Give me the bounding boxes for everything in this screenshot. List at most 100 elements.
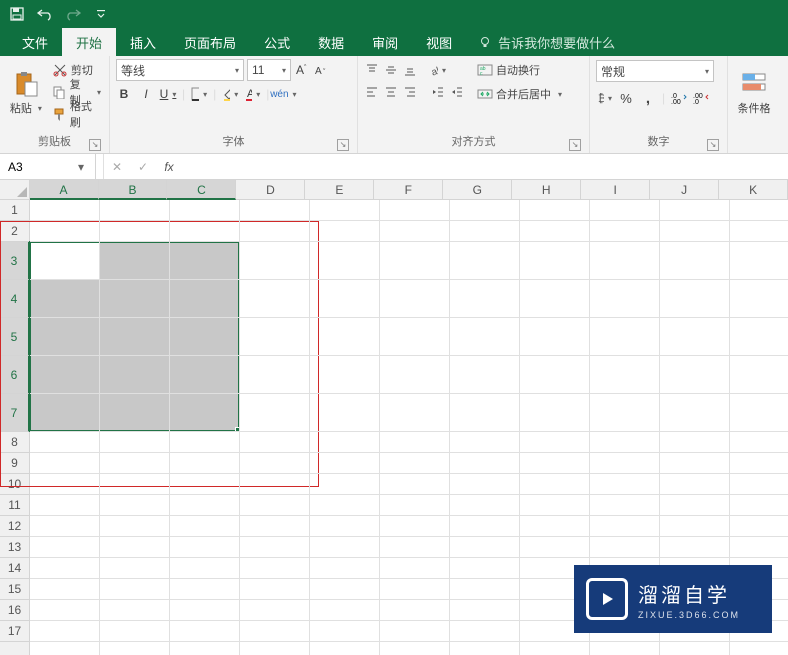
select-all-button[interactable] — [0, 180, 30, 199]
orientation-icon[interactable]: ab▾ — [430, 62, 446, 78]
alignment-launcher[interactable]: ↘ — [569, 139, 581, 151]
row-header[interactable]: 5 — [0, 318, 30, 356]
tab-review[interactable]: 审阅 — [358, 28, 412, 56]
decrease-decimal-icon[interactable]: .00.0 — [693, 90, 709, 106]
insert-function-button[interactable]: fx — [156, 154, 182, 179]
decrease-indent-icon[interactable] — [430, 84, 446, 100]
col-header[interactable]: B — [99, 180, 168, 200]
border-button[interactable]: ▾ — [191, 86, 207, 102]
row-header[interactable]: 1 — [0, 200, 29, 221]
row-header[interactable]: 4 — [0, 280, 30, 318]
col-header[interactable]: F — [374, 180, 443, 199]
bold-button[interactable]: B — [116, 86, 132, 102]
merge-center-button[interactable]: 合并后居中▾ — [475, 84, 564, 104]
tell-me-search[interactable]: 告诉我你想要做什么 — [466, 28, 615, 56]
col-header[interactable]: A — [30, 180, 99, 200]
accept-formula-button[interactable]: ✓ — [130, 154, 156, 179]
svg-text:ˆ: ˆ — [304, 65, 307, 72]
percent-icon[interactable]: % — [618, 90, 634, 106]
chevron-down-icon: ▾ — [38, 104, 42, 113]
font-launcher[interactable]: ↘ — [337, 139, 349, 151]
row-header[interactable]: 12 — [0, 516, 29, 537]
row-header[interactable]: 7 — [0, 394, 30, 432]
paste-button[interactable]: 粘贴 ▾ — [6, 60, 46, 126]
align-top-icon[interactable] — [364, 62, 380, 78]
col-header[interactable]: D — [236, 180, 305, 199]
align-left-icon[interactable] — [364, 84, 380, 100]
row-header[interactable]: 15 — [0, 579, 29, 600]
tab-file[interactable]: 文件 — [8, 28, 62, 56]
save-button[interactable] — [6, 3, 28, 25]
col-header[interactable]: I — [581, 180, 650, 199]
name-box[interactable]: ▾ — [0, 154, 96, 179]
font-size-select[interactable]: 11▾ — [247, 59, 291, 81]
underline-button[interactable]: U▾ — [160, 86, 176, 102]
tab-insert[interactable]: 插入 — [116, 28, 170, 56]
row-header[interactable]: 3 — [0, 242, 30, 280]
font-color-button[interactable]: A▾ — [244, 86, 260, 102]
watermark-subtitle: ZIXUE.3D66.COM — [638, 610, 740, 620]
watermark: 溜溜自学 ZIXUE.3D66.COM — [574, 565, 772, 633]
formula-input[interactable] — [182, 154, 788, 179]
cancel-formula-button[interactable]: ✕ — [104, 154, 130, 179]
row-header[interactable]: 8 — [0, 432, 29, 453]
col-header[interactable]: G — [443, 180, 512, 199]
conditional-formatting-button[interactable]: 条件格 — [734, 60, 774, 126]
row-header[interactable]: 13 — [0, 537, 29, 558]
align-center-icon[interactable] — [383, 84, 399, 100]
chevron-down-icon[interactable]: ▾ — [72, 160, 90, 174]
fill-handle[interactable] — [235, 427, 241, 433]
phonetic-button[interactable]: wén▾ — [275, 86, 291, 102]
clipboard-launcher[interactable]: ↘ — [89, 139, 101, 151]
increase-indent-icon[interactable] — [449, 84, 465, 100]
row-header[interactable]: 11 — [0, 495, 29, 516]
svg-text:.0: .0 — [693, 99, 699, 105]
col-header[interactable]: E — [305, 180, 374, 199]
row-header[interactable]: 14 — [0, 558, 29, 579]
align-middle-icon[interactable] — [383, 62, 399, 78]
increase-decimal-icon[interactable]: .0.00 — [671, 90, 687, 106]
redo-button[interactable] — [62, 3, 84, 25]
row-header[interactable]: 6 — [0, 356, 30, 394]
row-header[interactable]: 10 — [0, 474, 29, 495]
row-header[interactable]: 9 — [0, 453, 29, 474]
svg-text:ˇ: ˇ — [323, 69, 326, 76]
accounting-format-icon[interactable]: ₿▾ — [596, 90, 612, 106]
decrease-font-icon[interactable]: Aˇ — [313, 62, 329, 78]
formula-bar: ▾ ✕ ✓ fx — [0, 154, 788, 180]
align-bottom-icon[interactable] — [402, 62, 418, 78]
fill-color-button[interactable]: ▾ — [222, 86, 238, 102]
increase-font-icon[interactable]: Aˆ — [294, 62, 310, 78]
align-right-icon[interactable] — [402, 84, 418, 100]
svg-text:A: A — [315, 66, 322, 77]
number-launcher[interactable]: ↘ — [707, 139, 719, 151]
col-header[interactable]: C — [167, 180, 236, 200]
tab-page-layout[interactable]: 页面布局 — [170, 28, 250, 56]
col-header[interactable]: K — [719, 180, 788, 199]
tab-home[interactable]: 开始 — [62, 28, 116, 56]
format-painter-button[interactable]: 格式刷 — [50, 104, 103, 124]
paste-label: 粘贴 — [10, 100, 32, 116]
svg-text:₿: ₿ — [598, 93, 604, 105]
watermark-title: 溜溜自学 — [638, 579, 740, 608]
row-header[interactable]: 2 — [0, 221, 29, 242]
tab-data[interactable]: 数据 — [304, 28, 358, 56]
wrap-text-button[interactable]: abc 自动换行 — [475, 60, 564, 80]
col-header[interactable]: J — [650, 180, 719, 199]
font-name-select[interactable]: 等线▾ — [116, 59, 244, 81]
tab-view[interactable]: 视图 — [412, 28, 466, 56]
row-header[interactable]: 17 — [0, 621, 29, 642]
row-headers: 1 2 3 4 5 6 7 8 9 10 11 12 13 14 15 16 1… — [0, 200, 30, 655]
group-clipboard: 粘贴▾ 剪切 复制▾ 格式刷 剪贴板↘ — [0, 56, 110, 153]
row-header[interactable]: 16 — [0, 600, 29, 621]
tab-formulas[interactable]: 公式 — [250, 28, 304, 56]
number-format-select[interactable]: 常规▾ — [596, 60, 714, 82]
name-box-input[interactable] — [0, 160, 72, 174]
comma-icon[interactable]: , — [640, 90, 656, 106]
customize-qat-button[interactable] — [90, 3, 112, 25]
col-header[interactable]: H — [512, 180, 581, 199]
copy-icon — [52, 84, 67, 100]
italic-button[interactable]: I — [138, 86, 154, 102]
column-headers: A B C D E F G H I J K — [0, 180, 788, 200]
undo-button[interactable] — [34, 3, 56, 25]
